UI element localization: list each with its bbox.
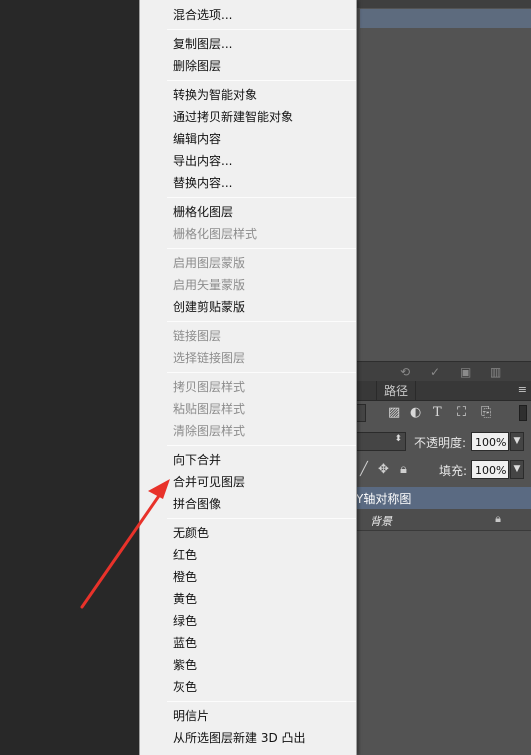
photoshop-right-panels: ⟲ ✓ ▣ ▥ 路径 ≡ ▨ ◐ T ⛶ ⎘ ⬍ 不透明度: 100% ▼ ╱ …: [356, 0, 531, 755]
panel-menu-icon[interactable]: ≡: [518, 383, 527, 396]
menu-item-new-smart-object-via-copy[interactable]: 通过拷贝新建智能对象: [173, 107, 293, 127]
trash-icon[interactable]: ▥: [490, 365, 501, 379]
image-filter-icon[interactable]: ▨: [388, 406, 400, 420]
lock-all-icon[interactable]: 🔒︎: [400, 462, 407, 477]
menu-separator: [167, 518, 356, 519]
new-snapshot-icon[interactable]: ▣: [460, 365, 471, 379]
menu-item-clear-layer-style: 清除图层样式: [173, 424, 246, 438]
opacity-label: 不透明度:: [414, 436, 467, 450]
menu-item-new-3d-extrusion[interactable]: 从所选图层新建 3D 凸出: [173, 728, 306, 748]
menu-item-color-blue[interactable]: 蓝色: [173, 633, 197, 653]
menu-item-color-red[interactable]: 红色: [173, 545, 197, 565]
lock-icon: 🔒︎: [495, 512, 501, 525]
menu-item-enable-layer-mask: 启用图层蒙版: [173, 256, 246, 270]
menu-separator: [167, 445, 356, 446]
menu-item-color-violet[interactable]: 紫色: [173, 655, 197, 675]
menu-item-color-none[interactable]: 无颜色: [173, 523, 209, 543]
layer-row-selected[interactable]: Y轴对称图: [356, 487, 531, 509]
lock-pixels-icon[interactable]: ╱: [360, 462, 368, 477]
menu-item-merge-visible[interactable]: 合并可见图层: [173, 472, 245, 492]
menu-item-flatten-image[interactable]: 拼合图像: [173, 494, 221, 514]
menu-item-replace-contents[interactable]: 替换内容...: [173, 173, 232, 193]
layer-context-menu: 混合选项... 复制图层... 删除图层 转换为智能对象 通过拷贝新建智能对象 …: [139, 0, 357, 755]
menu-item-paste-layer-style: 粘贴图层样式: [173, 402, 246, 416]
fill-input[interactable]: 100%: [471, 460, 509, 479]
menu-item-rasterize-layer-style: 栅格化图层样式: [173, 227, 258, 241]
layers-panel-empty: [356, 532, 531, 755]
menu-item-color-orange[interactable]: 橙色: [173, 567, 197, 587]
menu-separator: [167, 29, 356, 30]
layer-name: 背景: [370, 515, 392, 528]
lock-fill-row: ╱ ✥ 🔒︎ 填充: 100% ▼: [356, 456, 531, 484]
menu-item-blending-options[interactable]: 混合选项...: [173, 5, 232, 25]
opacity-input[interactable]: 100%: [471, 432, 509, 451]
panel-top-strip: [356, 0, 531, 8]
undo-snapshot-icon[interactable]: ⟲: [400, 365, 410, 379]
menu-item-color-gray[interactable]: 灰色: [173, 677, 197, 697]
layer-row-background[interactable]: 背景 🔒︎: [356, 509, 531, 531]
menu-separator: [167, 321, 356, 322]
menu-item-color-green[interactable]: 绿色: [173, 611, 197, 631]
fill-dropdown[interactable]: ▼: [510, 460, 524, 479]
layer-filter-row: ▨ ◐ T ⛶ ⎘: [356, 401, 531, 427]
menu-separator: [167, 372, 356, 373]
blend-mode-select[interactable]: ⬍: [356, 432, 406, 451]
menu-item-copy-layer-style: 拷贝图层样式: [173, 380, 246, 394]
menu-item-delete-layer[interactable]: 删除图层: [173, 56, 221, 76]
filter-toggle[interactable]: [519, 405, 527, 421]
smart-object-filter-icon[interactable]: ⎘: [481, 406, 491, 420]
opacity-dropdown[interactable]: ▼: [510, 432, 524, 451]
history-selected-row[interactable]: [360, 9, 531, 28]
checkmark-icon[interactable]: ✓: [430, 365, 440, 379]
menu-item-convert-smart-object[interactable]: 转换为智能对象: [173, 85, 257, 105]
updown-arrow-icon: ⬍: [394, 434, 402, 444]
layer-name: Y轴对称图: [356, 492, 412, 506]
menu-item-rasterize-layer[interactable]: 栅格化图层: [173, 202, 233, 222]
menu-separator: [167, 80, 356, 81]
menu-item-link-layers: 链接图层: [173, 329, 222, 343]
menu-item-select-linked-layers: 选择链接图层: [173, 351, 246, 365]
adjustment-filter-icon[interactable]: ◐: [410, 406, 421, 420]
shape-filter-icon[interactable]: ⛶: [457, 406, 466, 420]
menu-item-duplicate-layer[interactable]: 复制图层...: [173, 34, 232, 54]
menu-item-color-yellow[interactable]: 黄色: [173, 589, 197, 609]
fill-label: 填充:: [439, 464, 468, 478]
blend-opacity-row: ⬍ 不透明度: 100% ▼: [356, 428, 531, 456]
panel-tab-bar: 路径 ≡: [356, 381, 531, 401]
menu-item-enable-vector-mask: 启用矢量蒙版: [173, 278, 246, 292]
filter-kind-select[interactable]: [356, 404, 366, 422]
menu-item-export-contents[interactable]: 导出内容...: [173, 151, 232, 171]
type-filter-icon[interactable]: T: [433, 406, 442, 420]
history-toolbar: ⟲ ✓ ▣ ▥: [356, 361, 531, 381]
menu-item-create-clipping-mask[interactable]: 创建剪贴蒙版: [173, 297, 245, 317]
menu-item-postcard[interactable]: 明信片: [173, 706, 209, 726]
menu-separator: [167, 248, 356, 249]
menu-separator: [167, 701, 356, 702]
tab-paths[interactable]: 路径: [376, 381, 416, 401]
menu-item-merge-down[interactable]: 向下合并: [173, 450, 221, 470]
menu-item-edit-contents[interactable]: 编辑内容: [173, 129, 221, 149]
history-panel-body: [356, 28, 531, 361]
lock-position-icon[interactable]: ✥: [378, 462, 389, 477]
menu-separator: [167, 197, 356, 198]
